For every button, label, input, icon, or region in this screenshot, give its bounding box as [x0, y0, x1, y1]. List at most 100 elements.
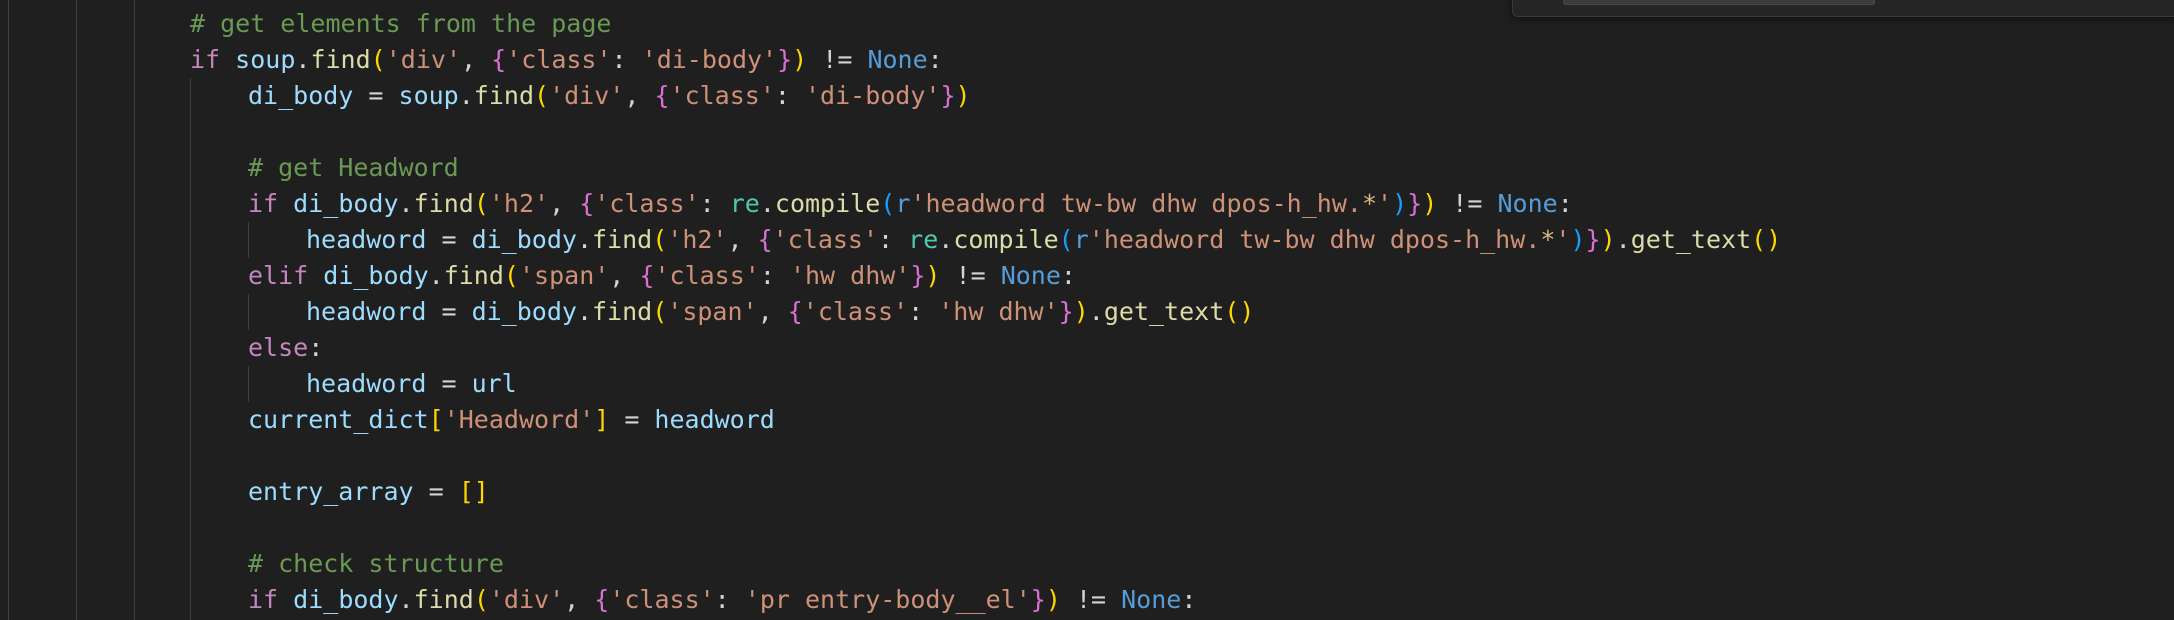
code-token: find	[592, 225, 653, 254]
code-token: 'headword tw-bw dhw dpos-h_hw.	[1088, 225, 1541, 254]
code-token: {	[594, 585, 610, 614]
code-token: 'di-body'	[804, 81, 941, 110]
indent-guide	[76, 0, 77, 620]
code-token: 'headword tw-bw dhw dpos-h_hw.	[910, 189, 1362, 218]
code-token: *	[1540, 225, 1556, 254]
code-token: None	[1497, 189, 1558, 218]
code-token: .	[576, 297, 592, 326]
code-token: compile	[774, 189, 881, 218]
code-token: :	[927, 45, 943, 74]
code-line[interactable]: if di_body.find('h2', {'class': re.compi…	[190, 186, 1781, 222]
code-token: .	[576, 225, 592, 254]
code-line[interactable]: if soup.find('div', {'class': 'di-body'}…	[190, 42, 1781, 78]
code-token: (	[1058, 225, 1074, 254]
code-token: }	[1407, 189, 1423, 218]
indent-guide	[134, 0, 135, 620]
code-token: )	[792, 45, 808, 74]
code-token: '	[1377, 189, 1393, 218]
code-token: ,	[757, 297, 788, 326]
find-input[interactable]	[1563, 0, 1875, 5]
code-token: 'span'	[518, 261, 610, 290]
code-line[interactable]: # get Headword	[190, 150, 1781, 186]
code-token: di_body	[471, 225, 577, 254]
code-token: :	[699, 189, 730, 218]
code-token: 'hw dhw'	[938, 297, 1059, 326]
code-line[interactable]: entry_array = []	[190, 474, 1781, 510]
code-line[interactable]: headword = di_body.find('span', {'class'…	[190, 294, 1781, 330]
code-token: )	[1392, 189, 1408, 218]
code-token: *	[1361, 189, 1377, 218]
code-token: # get elements from the page	[190, 9, 612, 38]
code-token: []	[458, 477, 489, 506]
code-token: :	[611, 45, 642, 74]
code-token: if	[248, 189, 279, 218]
code-token: )	[1422, 189, 1438, 218]
code-token: # check structure	[248, 549, 504, 578]
code-token: di_body	[293, 189, 399, 218]
code-line[interactable]	[190, 438, 1781, 474]
code-token: )	[1600, 225, 1616, 254]
code-token: 'div'	[488, 585, 565, 614]
code-token: elif	[248, 261, 309, 290]
code-token: re	[729, 189, 760, 218]
code-token: 'h2'	[488, 189, 550, 218]
code-token: .	[1615, 225, 1631, 254]
code-token: (	[503, 261, 519, 290]
code-line[interactable]	[190, 510, 1781, 546]
code-lines[interactable]: # get elements from the page if soup.find…	[190, 6, 1781, 618]
code-token: '	[1555, 225, 1571, 254]
code-line[interactable]: headword = di_body.find('h2', {'class': …	[190, 222, 1781, 258]
code-editor[interactable]: # get elements from the page if soup.find…	[0, 0, 2174, 620]
code-line[interactable]: headword = url	[190, 366, 1781, 402]
code-token: ,	[609, 261, 640, 290]
code-token: get_text	[1630, 225, 1752, 254]
code-token: :	[759, 261, 790, 290]
code-token: find	[592, 297, 653, 326]
find-widget[interactable]	[1512, 0, 2174, 17]
code-line[interactable]: current_dict['Headword'] = headword	[190, 402, 1781, 438]
code-token: 'Headword'	[443, 405, 595, 434]
code-token: :	[1181, 585, 1197, 614]
code-token: {	[491, 45, 507, 74]
code-token: (	[880, 189, 896, 218]
code-line[interactable]	[190, 114, 1781, 150]
code-line[interactable]: else:	[190, 330, 1781, 366]
code-token: headword	[306, 297, 427, 326]
code-token: !=	[940, 261, 1001, 290]
code-token: {	[654, 81, 670, 110]
code-token: .	[1088, 297, 1104, 326]
code-token: find	[473, 81, 535, 110]
code-token: .	[428, 261, 444, 290]
code-line[interactable]: di_body = soup.find('div', {'class': 'di…	[190, 78, 1781, 114]
code-line[interactable]: # check structure	[190, 546, 1781, 582]
code-token: r	[1073, 225, 1089, 254]
code-token: =	[413, 477, 459, 506]
code-line[interactable]: if di_body.find('div', {'class': 'pr ent…	[190, 582, 1781, 618]
code-token: :	[878, 225, 909, 254]
code-token: }	[1585, 225, 1601, 254]
code-token: 'hw dhw'	[789, 261, 911, 290]
code-token: ,	[549, 189, 580, 218]
code-token: 'pr entry-body__el'	[744, 585, 1031, 614]
code-token: headword	[306, 225, 427, 254]
code-token: }	[1058, 297, 1074, 326]
code-token: 'class'	[802, 297, 909, 326]
code-token: .	[295, 45, 311, 74]
code-token: else	[248, 333, 309, 362]
code-token: .	[458, 81, 474, 110]
code-token: ,	[624, 81, 655, 110]
code-token: current_dict	[248, 405, 429, 434]
code-token: None	[867, 45, 928, 74]
code-token: find	[413, 585, 474, 614]
code-token: 'div'	[549, 81, 625, 110]
code-token: =	[426, 225, 472, 254]
code-token: r	[895, 189, 911, 218]
code-token: }	[1030, 585, 1046, 614]
code-token: 'class'	[669, 81, 775, 110]
code-token: .	[398, 189, 414, 218]
code-token: soup	[235, 45, 296, 74]
code-token: 'class'	[506, 45, 612, 74]
code-token: get_text	[1103, 297, 1225, 326]
code-token: di_body	[471, 297, 577, 326]
code-line[interactable]: elif di_body.find('span', {'class': 'hw …	[190, 258, 1781, 294]
